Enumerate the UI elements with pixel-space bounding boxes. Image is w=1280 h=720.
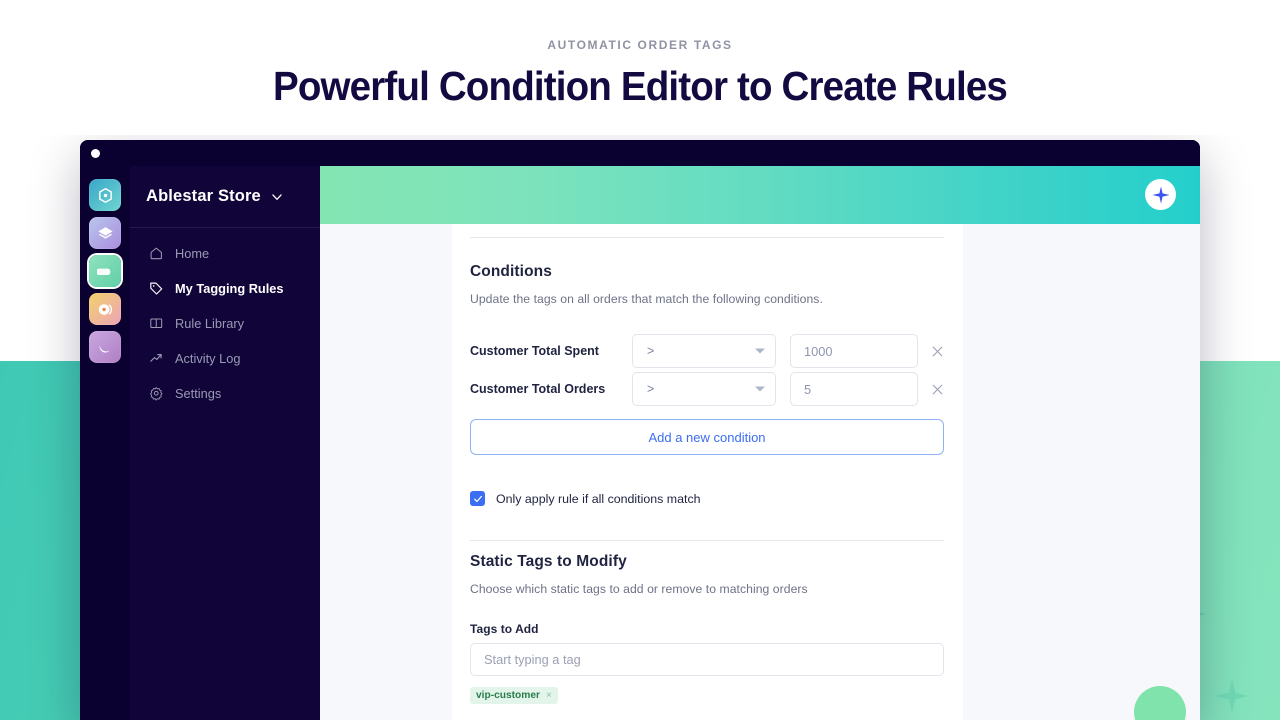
main-panel: Conditions Update the tags on all orders… — [320, 166, 1200, 720]
rail-icon-layers-app[interactable] — [89, 217, 121, 249]
app-icon-rail — [80, 166, 130, 720]
hero-eyebrow: AUTOMATIC ORDER TAGS — [547, 38, 733, 52]
condition-value-input[interactable]: 1000 — [790, 334, 918, 368]
sparkle-icon — [1151, 185, 1170, 204]
tags-to-add-input[interactable]: Start typing a tag — [470, 643, 944, 676]
condition-operator-value: > — [647, 344, 655, 358]
condition-operator-select[interactable]: > — [632, 334, 776, 368]
app-window: Ablestar Store Home My Tagging Rules Rul… — [80, 140, 1200, 720]
store-switcher[interactable]: Ablestar Store — [130, 166, 320, 228]
moon-app-icon — [89, 331, 121, 363]
condition-value-text: 5 — [804, 381, 812, 397]
close-icon — [931, 383, 944, 396]
add-condition-button[interactable]: Add a new condition — [470, 419, 944, 455]
hero-header: AUTOMATIC ORDER TAGS Powerful Condition … — [0, 0, 1280, 135]
condition-operator-select[interactable]: > — [632, 372, 776, 406]
window-dot-icon — [91, 149, 100, 158]
condition-row: Customer Total Spent > 1000 — [470, 334, 950, 368]
condition-value-text: 1000 — [804, 343, 833, 359]
sidebar-item-rule-library[interactable]: Rule Library — [130, 306, 320, 341]
store-name-label: Ablestar Store — [146, 187, 261, 205]
static-tags-section: Static Tags to Modify Choose which stati… — [470, 553, 808, 596]
book-icon — [148, 316, 164, 332]
divider-top — [470, 237, 944, 238]
store-sidebar: Ablestar Store Home My Tagging Rules Rul… — [130, 166, 320, 720]
add-condition-label: Add a new condition — [648, 429, 766, 445]
match-all-row: Only apply rule if all conditions match — [470, 491, 701, 506]
rail-icon-disc-app[interactable] — [89, 293, 121, 325]
condition-value-input[interactable]: 5 — [790, 372, 918, 406]
chevron-down-icon — [755, 386, 765, 392]
conditions-section: Conditions Update the tags on all orders… — [470, 263, 823, 306]
home-icon — [148, 246, 164, 262]
sidebar-item-label: My Tagging Rules — [175, 281, 284, 296]
remove-condition-button[interactable] — [924, 383, 950, 396]
condition-operator-value: > — [647, 382, 655, 396]
divider-middle — [470, 540, 944, 541]
remove-condition-button[interactable] — [924, 345, 950, 358]
sidebar-item-home[interactable]: Home — [130, 236, 320, 271]
sidebar-item-label: Home — [175, 246, 210, 261]
conditions-title: Conditions — [470, 263, 552, 280]
sidebar-item-settings[interactable]: Settings — [130, 376, 320, 411]
rail-icon-tag-app[interactable] — [89, 255, 121, 287]
rail-icon-hexagon-app[interactable] — [89, 179, 121, 211]
gear-icon — [148, 386, 164, 402]
sidebar-item-label: Rule Library — [175, 316, 244, 331]
background-sparkle-icon-small — [1215, 679, 1249, 713]
condition-row: Customer Total Orders > 5 — [470, 372, 950, 406]
tags-to-add-label: Tags to Add — [470, 622, 539, 636]
tag-chip[interactable]: vip-customer × — [470, 687, 558, 704]
sidebar-item-my-tagging-rules[interactable]: My Tagging Rules — [130, 271, 320, 306]
sidebar-nav: Home My Tagging Rules Rule Library Activ… — [130, 236, 320, 411]
match-all-label: Only apply rule if all conditions match — [496, 491, 701, 506]
check-icon — [473, 494, 483, 504]
tag-app-icon — [89, 255, 121, 287]
conditions-subtitle: Update the tags on all orders that match… — [470, 292, 823, 306]
disc-app-icon — [89, 293, 121, 325]
tag-chip-label: vip-customer — [476, 690, 540, 701]
match-all-checkbox[interactable] — [470, 491, 485, 506]
hexagon-app-icon — [89, 179, 121, 211]
screenshot-root: AUTOMATIC ORDER TAGS Powerful Condition … — [0, 0, 1280, 720]
tags-to-add-placeholder: Start typing a tag — [484, 652, 581, 667]
remove-tag-icon[interactable]: × — [546, 690, 552, 701]
chevron-down-icon — [270, 190, 284, 204]
static-tags-subtitle: Choose which static tags to add or remov… — [470, 582, 808, 596]
trending-up-icon — [148, 351, 164, 367]
condition-field-label: Customer Total Spent — [470, 344, 599, 358]
tag-icon — [148, 281, 164, 297]
layers-app-icon — [89, 217, 121, 249]
window-titlebar — [80, 140, 1200, 166]
sidebar-item-label: Activity Log — [175, 351, 241, 366]
sidebar-item-activity-log[interactable]: Activity Log — [130, 341, 320, 376]
rail-icon-moon-app[interactable] — [89, 331, 121, 363]
sparkle-badge-button[interactable] — [1145, 179, 1176, 210]
chevron-down-icon — [755, 348, 765, 354]
static-tags-title: Static Tags to Modify — [470, 553, 627, 570]
tag-chip-list: vip-customer × — [470, 685, 558, 704]
page-title: Powerful Condition Editor to Create Rule… — [272, 63, 1008, 109]
tags-to-add-label-wrap: Tags to Add — [470, 620, 539, 638]
condition-field-label: Customer Total Orders — [470, 382, 606, 396]
rule-editor-card: Conditions Update the tags on all orders… — [452, 224, 963, 720]
close-icon — [931, 345, 944, 358]
app-topbar — [320, 166, 1200, 224]
sidebar-item-label: Settings — [175, 386, 222, 401]
